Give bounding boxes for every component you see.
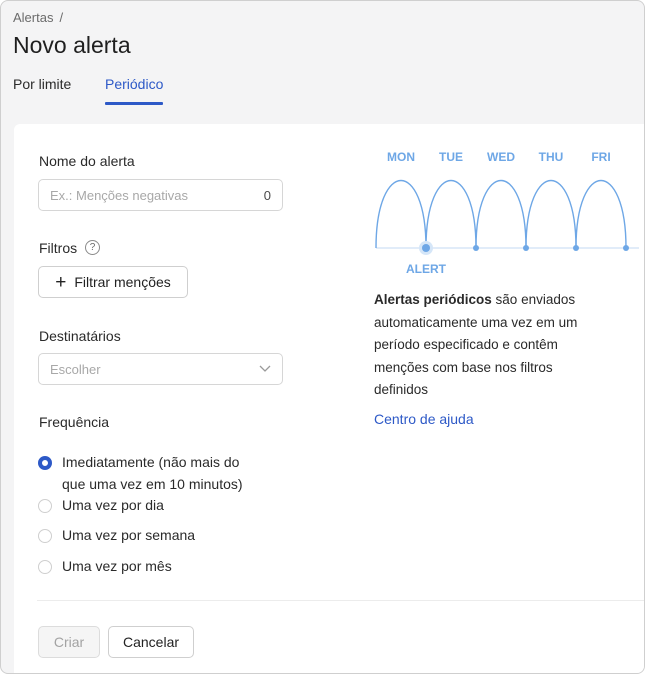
breadcrumb-parent-link[interactable]: Alertas [13, 10, 53, 25]
period-dot [623, 245, 629, 251]
form-card: Nome do alerta Ex.: Menções negativas 0 … [14, 124, 644, 673]
radio-icon[interactable] [38, 529, 52, 543]
day-label: WED [487, 150, 515, 164]
alert-name-placeholder: Ex.: Menções negativas [50, 187, 189, 203]
page-title: Novo alerta [13, 32, 131, 58]
filter-mentions-button[interactable]: + Filtrar menções [38, 266, 188, 298]
breadcrumb-separator: / [59, 10, 64, 25]
tab-por-limite[interactable]: Por limite [13, 76, 71, 92]
recipients-label: Destinatários [39, 328, 121, 344]
day-label: FRI [591, 150, 610, 164]
periodic-description-text: são enviados automaticamente uma vez em … [374, 292, 578, 397]
period-arc [425, 179, 477, 249]
frequency-option-daily[interactable]: Uma vez por dia [38, 497, 164, 516]
periodic-description-bold: Alertas periódicos [374, 292, 492, 307]
frequency-option-monthly[interactable]: Uma vez por mês [38, 558, 172, 577]
help-center-link[interactable]: Centro de ajuda [374, 411, 474, 427]
alert-name-input[interactable]: Ex.: Menções negativas 0 [38, 179, 283, 211]
frequency-option-immediately[interactable]: Imediatamente (não mais do que uma vez e… [38, 454, 243, 495]
period-arc [375, 179, 427, 249]
periodic-illustration: MON TUE WED THU FRI ALERT [375, 150, 639, 276]
period-arc [575, 179, 627, 249]
filters-label: Filtros [39, 240, 78, 256]
alert-name-counter: 0 [263, 187, 271, 203]
alert-window: Alertas / Novo alerta Por limite Periódic… [0, 0, 645, 674]
day-label: THU [539, 150, 564, 164]
frequency-option-label-line2: que uma vez em 10 minutos) [62, 476, 243, 492]
frequency-option-label: Uma vez por dia [62, 497, 164, 513]
recipients-placeholder: Escolher [50, 361, 101, 377]
frequency-label: Frequência [39, 414, 110, 430]
tab-periodico[interactable]: Periódico [105, 76, 164, 105]
alert-name-label: Nome do alerta [39, 153, 135, 169]
plus-icon: + [55, 271, 67, 293]
frequency-option-label: Uma vez por semana [62, 527, 196, 543]
radio-icon[interactable] [38, 499, 52, 513]
filter-mentions-label: Filtrar menções [74, 274, 171, 290]
chevron-down-icon [259, 365, 271, 372]
alert-label: ALERT [406, 262, 447, 276]
period-arc [475, 179, 527, 249]
frequency-option-weekly[interactable]: Uma vez por semana [38, 527, 195, 546]
recipients-select[interactable]: Escolher [38, 353, 283, 385]
cancel-button[interactable]: Cancelar [108, 626, 194, 658]
help-icon[interactable]: ? [85, 240, 100, 255]
frequency-option-label: Uma vez por mês [62, 558, 172, 574]
breadcrumb: Alertas / [13, 10, 63, 25]
day-label: TUE [439, 150, 463, 164]
period-arc [525, 179, 577, 249]
divider [37, 600, 644, 601]
radio-icon[interactable] [38, 560, 52, 574]
radio-checked-icon[interactable] [38, 456, 52, 470]
day-label: MON [387, 150, 415, 164]
frequency-option-label: Imediatamente (não mais do [62, 454, 240, 470]
periodic-description: Alertas periódicos são enviados automati… [374, 289, 604, 402]
alert-marker [422, 244, 430, 252]
create-button[interactable]: Criar [38, 626, 100, 658]
